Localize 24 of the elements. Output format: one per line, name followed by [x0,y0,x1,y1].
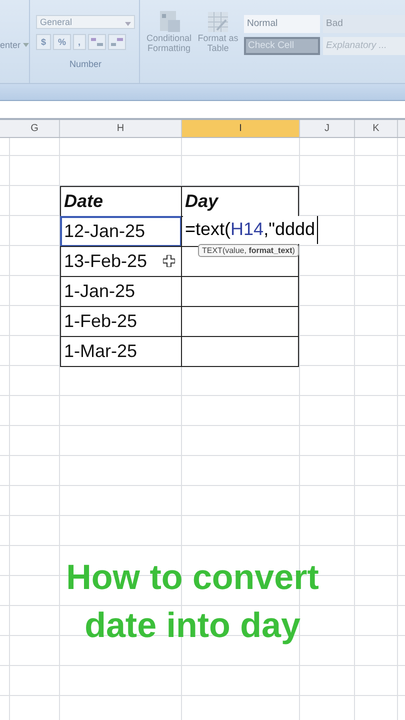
column-header[interactable]: K [355,120,398,137]
caret-icon [22,43,29,47]
number-format-value: General [40,17,72,27]
cursor-icon [163,255,175,267]
date-cell[interactable]: 1-Mar-25 [60,336,182,367]
caret-icon [125,22,131,26]
function-tooltip: TEXT(value, format_text) [198,244,299,257]
column-header[interactable]: J [300,120,355,137]
table-cell[interactable] [181,336,299,367]
date-cell[interactable]: 12-Jan-25 [60,216,182,247]
cell-style[interactable]: Normal [244,15,320,33]
table-header: Day [181,186,299,217]
date-cell[interactable]: 1-Jan-25 [60,276,182,307]
caption-text: How to convert [66,557,319,599]
formula-input[interactable]: =text(H14,"dddd [183,216,318,244]
group-label: Number [68,59,102,69]
date-cell[interactable]: 1-Feb-25 [60,306,182,337]
date-cell[interactable]: 13-Feb-25 [60,246,182,277]
column-header[interactable]: G [10,120,60,137]
table-cell[interactable] [181,306,299,337]
table-header: Date [60,186,182,217]
column-header[interactable]: I [182,120,300,137]
caption-text: date into day [84,605,300,647]
table-cell[interactable] [181,276,299,307]
